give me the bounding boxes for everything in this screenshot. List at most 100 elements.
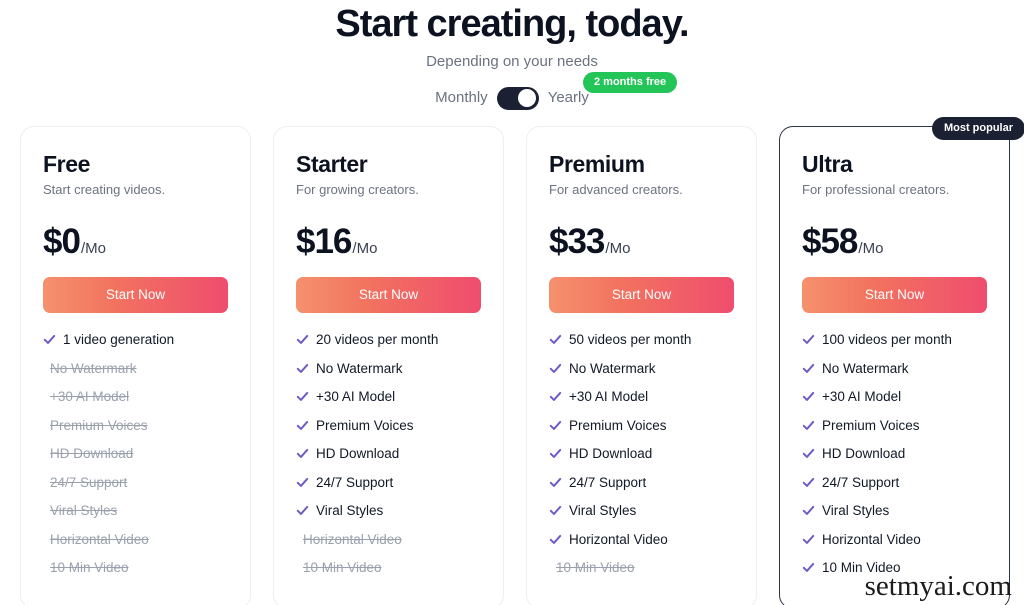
- feature-label: Premium Voices: [316, 417, 414, 433]
- feature-label: Viral Styles: [822, 503, 890, 518]
- plan-card-starter: Starter For growing creators. $16/Mo Start …: [273, 126, 504, 605]
- feature-label: Viral Styles: [50, 503, 118, 518]
- plan-price-row: $58/Mo: [802, 223, 987, 261]
- feature-label: Premium Voices: [50, 417, 148, 433]
- check-icon: [43, 334, 56, 344]
- feature-label: HD Download: [569, 446, 653, 461]
- feature-item: HD Download: [549, 445, 734, 462]
- check-icon: [296, 363, 309, 373]
- plan-tagline: For professional creators.: [802, 182, 950, 197]
- feature-item: 100 videos per month: [802, 331, 987, 348]
- feature-label: +30 AI Model: [316, 389, 396, 404]
- feature-item: Horizontal Video: [549, 531, 734, 548]
- billing-toggle[interactable]: [496, 86, 539, 110]
- start-now-button[interactable]: Start Now: [296, 277, 481, 313]
- plan-price-row: $33/Mo: [549, 223, 734, 261]
- feature-item: HD Download: [802, 445, 987, 462]
- feature-label: 10 Min Video: [303, 560, 382, 575]
- feature-item: Viral Styles: [802, 502, 987, 519]
- start-now-button[interactable]: Start Now: [802, 277, 987, 313]
- feature-item: HD Download: [296, 445, 481, 462]
- billing-toggle-knob: [518, 89, 537, 107]
- plan-name: Starter: [296, 151, 368, 177]
- feature-item: 24/7 Support: [802, 474, 987, 491]
- feature-item: Premium Voices: [802, 417, 987, 434]
- plan-feature-list: 1 video generation No Watermark +30 AI Mod…: [43, 331, 228, 576]
- check-icon: [802, 477, 815, 487]
- feature-item: +30 AI Model: [296, 388, 481, 405]
- feature-label: +30 AI Model: [569, 389, 649, 404]
- feature-label: 100 videos per month: [822, 332, 952, 347]
- feature-label: 24/7 Support: [822, 474, 900, 490]
- feature-label: 10 Min Video: [50, 560, 129, 575]
- plan-card-ultra: Most popular Ultra For professional creato…: [779, 117, 1024, 605]
- check-icon: [549, 363, 562, 373]
- plan-price-row: $0/Mo: [43, 223, 228, 261]
- billing-label-monthly[interactable]: Monthly: [435, 88, 488, 108]
- feature-label: Horizontal Video: [50, 531, 149, 547]
- feature-label: +30 AI Model: [50, 389, 130, 404]
- check-icon: [549, 477, 562, 487]
- check-icon: [549, 334, 562, 344]
- billing-label-yearly[interactable]: Yearly: [548, 88, 589, 108]
- plan-name: Premium: [549, 151, 645, 177]
- feature-item: No Watermark: [549, 360, 734, 377]
- feature-label: No Watermark: [569, 360, 656, 376]
- feature-label: 50 videos per month: [569, 332, 692, 347]
- plan-price: $16: [296, 222, 352, 261]
- check-icon: [802, 534, 815, 544]
- feature-item: 10 Min Video: [43, 559, 228, 576]
- plan-price: $58: [802, 222, 858, 261]
- feature-label: Viral Styles: [569, 503, 637, 518]
- feature-item: No Watermark: [802, 360, 987, 377]
- feature-item: 24/7 Support: [296, 474, 481, 491]
- plan-price: $0: [43, 222, 81, 261]
- feature-item: +30 AI Model: [802, 388, 987, 405]
- check-icon: [802, 448, 815, 458]
- feature-label: Premium Voices: [569, 417, 667, 433]
- page-title: Start creating, today.: [335, 3, 689, 45]
- feature-item: Horizontal Video: [296, 531, 481, 548]
- feature-item: 50 videos per month: [549, 331, 734, 348]
- plan-price-row: $16/Mo: [296, 223, 481, 261]
- feature-item: HD Download: [43, 445, 228, 462]
- start-now-button[interactable]: Start Now: [43, 277, 228, 313]
- check-icon: [802, 334, 815, 344]
- plan-feature-list: 100 videos per month No Watermark +30 AI M…: [802, 331, 987, 576]
- plan-name: Free: [43, 151, 90, 177]
- feature-item: 1 video generation: [43, 331, 228, 348]
- feature-item: Viral Styles: [43, 502, 228, 519]
- feature-item: No Watermark: [43, 360, 228, 377]
- feature-item: +30 AI Model: [43, 388, 228, 405]
- check-icon: [296, 477, 309, 487]
- feature-label: HD Download: [822, 446, 906, 461]
- feature-label: Viral Styles: [316, 503, 384, 518]
- check-icon: [802, 562, 815, 572]
- feature-label: No Watermark: [822, 360, 909, 376]
- feature-label: 20 videos per month: [316, 332, 439, 347]
- feature-label: 24/7 Support: [316, 474, 394, 490]
- feature-item: 20 videos per month: [296, 331, 481, 348]
- start-now-button[interactable]: Start Now: [549, 277, 734, 313]
- feature-item: No Watermark: [296, 360, 481, 377]
- feature-label: +30 AI Model: [822, 389, 902, 404]
- feature-item: 24/7 Support: [549, 474, 734, 491]
- feature-item: Horizontal Video: [802, 531, 987, 548]
- plan-price-period: /Mo: [352, 240, 378, 257]
- feature-item: Premium Voices: [296, 417, 481, 434]
- feature-item: 10 Min Video: [296, 559, 481, 576]
- promo-badge: 2 months free: [583, 72, 678, 93]
- check-icon: [296, 505, 309, 515]
- most-popular-badge: Most popular: [931, 117, 1024, 140]
- feature-item: Premium Voices: [43, 417, 228, 434]
- feature-label: 24/7 Support: [50, 474, 128, 490]
- feature-label: No Watermark: [316, 360, 403, 376]
- plan-price-period: /Mo: [80, 240, 106, 257]
- site-watermark: setmyai.com: [864, 570, 1012, 602]
- plan-feature-list: 50 videos per month No Watermark +30 AI Mo…: [549, 331, 734, 576]
- feature-label: No Watermark: [50, 360, 137, 376]
- check-icon: [296, 448, 309, 458]
- feature-label: HD Download: [316, 446, 400, 461]
- feature-label: Horizontal Video: [569, 531, 668, 547]
- plan-tagline: For advanced creators.: [549, 182, 683, 197]
